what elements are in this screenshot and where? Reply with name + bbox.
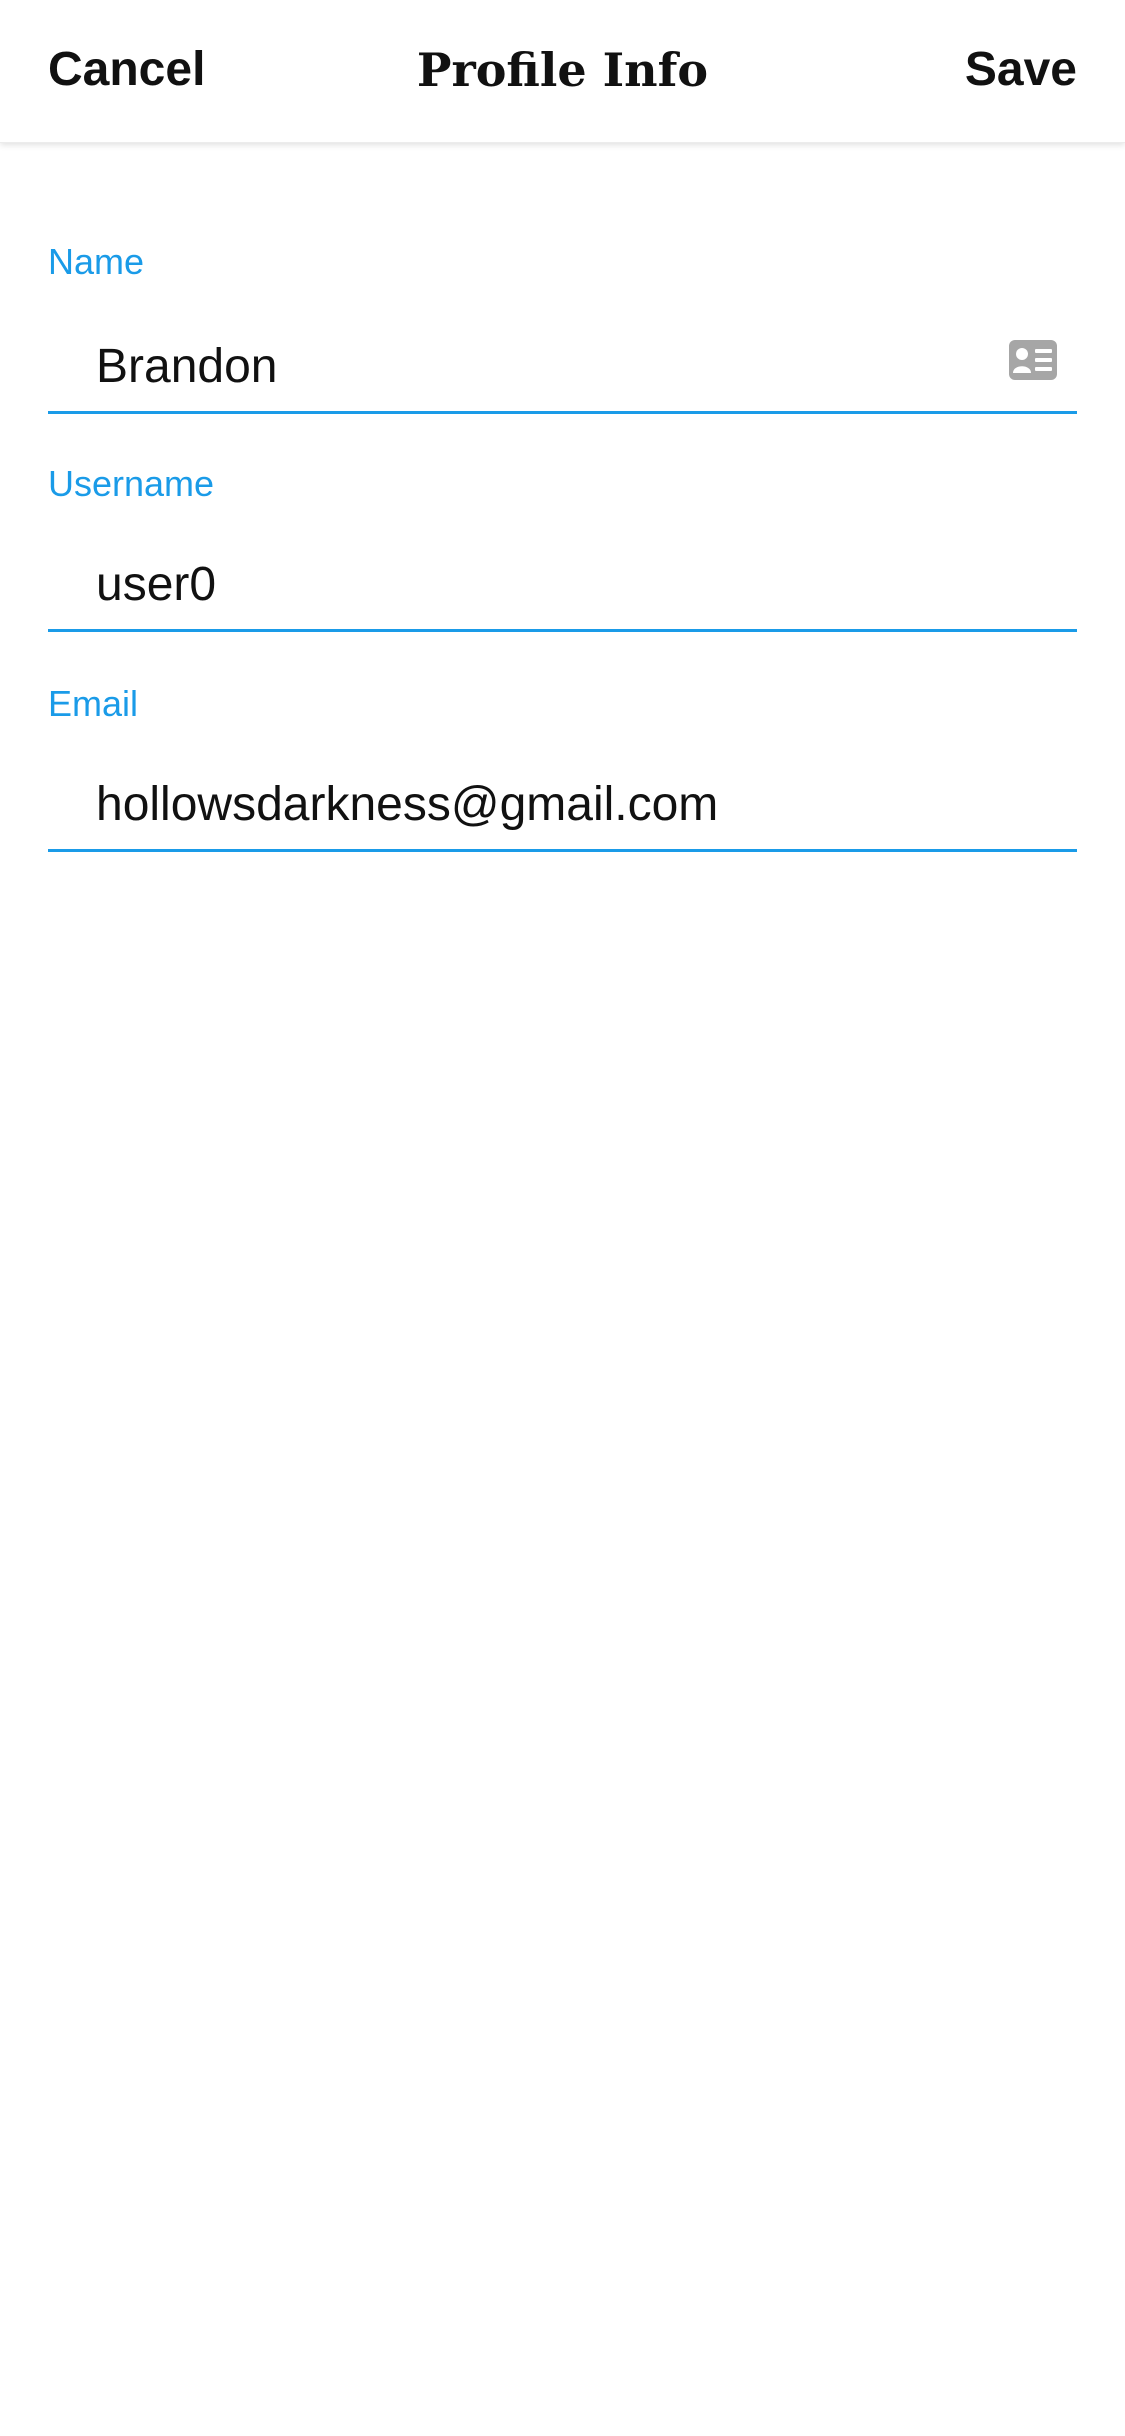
username-field-label: Username [48,463,215,504]
username-field-group: Username [48,420,1077,640]
email-field-label: Email [48,683,139,724]
username-input[interactable] [48,540,1077,632]
email-input[interactable] [48,760,1077,852]
contact-card-icon[interactable] [1009,340,1057,380]
name-field-label: Name [48,241,145,282]
name-input[interactable] [48,322,1077,414]
email-field-group: Email [48,640,1077,860]
name-field-group: Name [48,0,1077,420]
profile-info-screen: Cancel Profile Info Save Name Username E… [0,0,1125,2436]
